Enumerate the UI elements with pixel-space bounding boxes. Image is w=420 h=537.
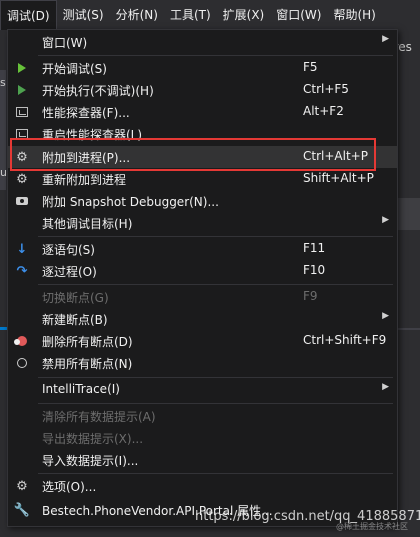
empty-icon — [8, 379, 36, 401]
submenu-arrow-icon: ▶ — [382, 215, 389, 225]
menu-item-window[interactable]: 窗口(W) ▶ — [8, 31, 397, 53]
menu-item-label: 切换断点(G) — [42, 291, 109, 305]
menu-item-start-debugging[interactable]: 开始调试(S) F5 — [8, 57, 397, 79]
menu-item-label: 其他调试目标(H) — [42, 217, 133, 231]
menu-item-label: 选项(O)... — [42, 480, 97, 494]
menu-analyze[interactable]: 分析(N) — [110, 0, 164, 30]
empty-icon — [8, 31, 36, 53]
menu-item-attach-snapshot-debugger[interactable]: 附加 Snapshot Debugger(N)... — [8, 190, 397, 212]
debug-dropdown-menu: 窗口(W) ▶ 开始调试(S) F5 开始执行(不调试)(H) Ctrl+F5 … — [7, 29, 398, 527]
menu-item-label: 逐语句(S) — [42, 243, 95, 257]
menu-item-label: 禁用所有断点(N) — [42, 357, 133, 371]
menu-item-label: 导入数据提示(I)... — [42, 454, 139, 468]
menu-item-shortcut: Alt+F2 — [303, 104, 344, 118]
menu-separator — [38, 236, 393, 237]
menu-item-import-datatips[interactable]: 导入数据提示(I)... — [8, 449, 397, 471]
background-side-text: s — [0, 76, 6, 89]
menu-item-other-debug-targets[interactable]: 其他调试目标(H) ▶ — [8, 212, 397, 234]
menu-window[interactable]: 窗口(W) — [270, 0, 327, 30]
wrench-icon: 🔧 — [13, 502, 31, 518]
menu-item-label: 开始调试(S) — [42, 62, 107, 76]
gear-icon: ⚙ — [16, 478, 28, 494]
menu-test[interactable]: 测试(S) — [57, 0, 110, 30]
menu-item-shortcut: F5 — [303, 60, 318, 74]
menu-item-step-over[interactable]: ↷ 逐过程(O) F10 — [8, 260, 397, 282]
menu-extensions[interactable]: 扩展(X) — [217, 0, 271, 30]
menu-help[interactable]: 帮助(H) — [327, 0, 381, 30]
menu-item-shortcut: Ctrl+F5 — [303, 82, 349, 96]
menu-item-shortcut: F10 — [303, 263, 326, 277]
menu-separator — [38, 55, 393, 56]
menu-item-step-into[interactable]: ↓ 逐语句(S) F11 — [8, 238, 397, 260]
submenu-arrow-icon: ▶ — [382, 382, 389, 392]
menu-item-shortcut: Shift+Alt+P — [303, 171, 374, 185]
watermark-community: @稀土掘金技术社区 — [336, 522, 408, 531]
menu-separator — [38, 473, 393, 474]
disable-breakpoints-icon — [8, 352, 36, 374]
menu-item-shortcut: F11 — [303, 241, 326, 255]
play-outline-icon — [8, 79, 36, 101]
menu-item-performance-profiler[interactable]: 性能探查器(F)... Alt+F2 — [8, 101, 397, 123]
menu-item-label: 导出数据提示(X)... — [42, 432, 144, 446]
menu-item-label: 附加 Snapshot Debugger(N)... — [42, 195, 219, 209]
submenu-arrow-icon: ▶ — [382, 311, 389, 321]
menu-item-label: 清除所有数据提示(A) — [42, 410, 156, 424]
highlight-annotation-box — [10, 138, 376, 171]
menu-item-label: 窗口(W) — [42, 36, 88, 50]
menu-item-label: 删除所有断点(D) — [42, 335, 133, 349]
menu-item-toggle-breakpoint[interactable]: 切换断点(G) F9 — [8, 286, 397, 308]
menu-item-label: 开始执行(不调试)(H) — [42, 84, 154, 98]
background-side-text-2: u — [0, 166, 7, 179]
menu-item-label: 新建断点(B) — [42, 313, 108, 327]
menu-item-label: 逐过程(O) — [42, 265, 97, 279]
submenu-arrow-icon: ▶ — [382, 34, 389, 44]
menu-item-label: IntelliTrace(I) — [42, 382, 120, 396]
menu-item-intellitrace[interactable]: IntelliTrace(I) ▶ — [8, 379, 397, 401]
step-into-icon: ↓ — [16, 241, 28, 257]
menu-item-new-breakpoint[interactable]: 新建断点(B) ▶ — [8, 308, 397, 330]
menu-item-start-without-debugging[interactable]: 开始执行(不调试)(H) Ctrl+F5 — [8, 79, 397, 101]
menu-item-shortcut: Ctrl+Shift+F9 — [303, 333, 387, 347]
camera-icon — [8, 190, 36, 212]
menu-item-disable-all-breakpoints[interactable]: 禁用所有断点(N) — [8, 352, 397, 374]
menu-item-delete-all-breakpoints[interactable]: 删除所有断点(D) Ctrl+Shift+F9 — [8, 330, 397, 352]
empty-icon — [8, 427, 36, 449]
menu-item-label: 重新附加到进程 — [42, 173, 127, 187]
menu-separator — [38, 403, 393, 404]
menubar: 调试(D) 测试(S) 分析(N) 工具(T) 扩展(X) 窗口(W) 帮助(H… — [0, 0, 420, 30]
menu-separator — [38, 377, 393, 378]
reattach-gear-icon: ⚙ — [16, 171, 28, 187]
menu-separator — [38, 284, 393, 285]
menu-item-reattach-to-process[interactable]: ⚙ 重新附加到进程 Shift+Alt+P — [8, 168, 397, 190]
empty-icon — [8, 405, 36, 427]
empty-icon — [8, 212, 36, 234]
menu-item-label: 性能探查器(F)... — [42, 106, 130, 120]
menu-debug[interactable]: 调试(D) — [0, 0, 57, 30]
delete-breakpoints-icon — [8, 330, 36, 352]
empty-icon — [8, 449, 36, 471]
empty-icon — [8, 286, 36, 308]
menu-item-export-datatips[interactable]: 导出数据提示(X)... — [8, 427, 397, 449]
step-over-icon: ↷ — [16, 263, 28, 279]
profiler-icon — [8, 101, 36, 123]
menu-tools[interactable]: 工具(T) — [164, 0, 217, 30]
empty-icon — [8, 308, 36, 330]
menu-item-shortcut: F9 — [303, 289, 318, 303]
play-icon — [8, 57, 36, 79]
menu-item-clear-all-datatips[interactable]: 清除所有数据提示(A) — [8, 405, 397, 427]
ide-window: 调试(D) 测试(S) 分析(N) 工具(T) 扩展(X) 窗口(W) 帮助(H… — [0, 0, 420, 537]
menu-item-options[interactable]: ⚙ 选项(O)... — [8, 475, 397, 497]
